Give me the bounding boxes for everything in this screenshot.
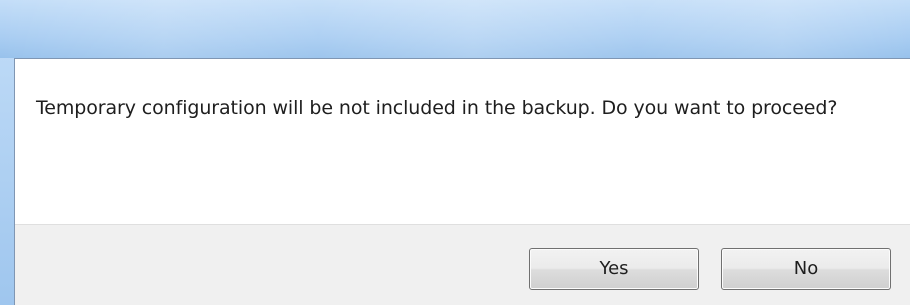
yes-button[interactable]: Yes: [529, 248, 699, 290]
dialog-title-bar[interactable]: [0, 0, 910, 58]
confirmation-dialog: Temporary configuration will be not incl…: [0, 0, 910, 305]
no-button[interactable]: No: [721, 248, 891, 290]
dialog-button-panel: Yes No: [15, 224, 910, 305]
dialog-client-area: Temporary configuration will be not incl…: [14, 58, 910, 305]
dialog-message: Temporary configuration will be not incl…: [36, 97, 838, 119]
